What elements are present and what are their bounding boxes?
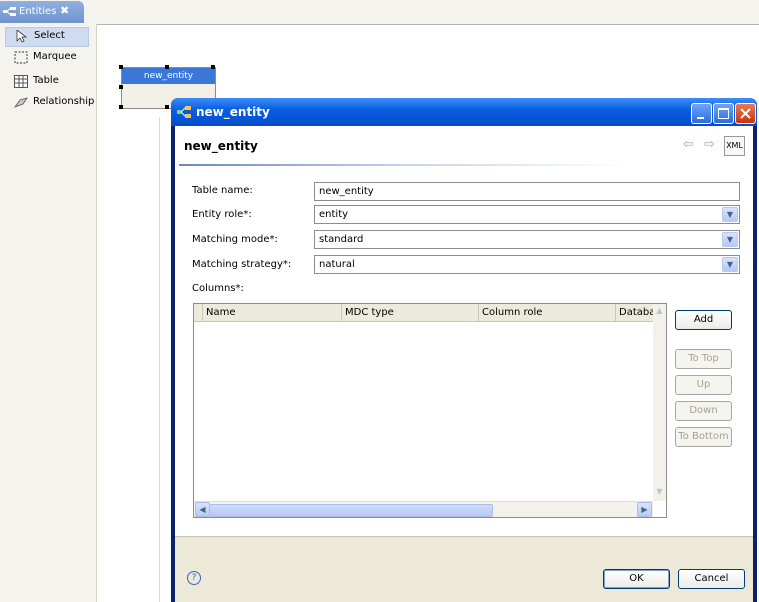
palette-item-table[interactable]: Table (5, 73, 87, 91)
palette-item-label: Marquee (33, 51, 77, 62)
close-button[interactable] (735, 103, 756, 124)
column-header-column-role[interactable]: Column role (478, 304, 615, 321)
selection-handle[interactable] (165, 105, 169, 109)
row-header-cell (194, 304, 202, 321)
table-icon (14, 75, 28, 88)
matching-mode-value: standard (319, 234, 364, 245)
table-header: Name MDC type Column role Databa (194, 304, 654, 322)
entity-node-title: new_entity (122, 68, 215, 84)
editor-tab-entities[interactable]: Entities ✖ (0, 1, 84, 23)
selection-handle[interactable] (165, 65, 169, 69)
editor-tab-label: Entities (19, 6, 57, 17)
table-name-value: new_entity (319, 186, 374, 197)
matching-strategy-value: natural (319, 259, 355, 270)
ok-button[interactable]: OK (603, 569, 670, 589)
minimize-button[interactable] (691, 103, 712, 124)
relationship-icon (14, 97, 28, 108)
vertical-scrollbar[interactable]: ▲ ▼ (653, 304, 666, 501)
palette-item-select[interactable]: Select (5, 27, 89, 47)
palette-item-relationship[interactable]: Relationship (5, 94, 94, 112)
table-name-label: Table name: (192, 185, 253, 196)
page-title: new_entity (184, 139, 258, 153)
selection-handle[interactable] (119, 85, 123, 89)
entity-role-value: entity (319, 209, 349, 220)
close-icon[interactable]: ✖ (60, 4, 69, 17)
header-divider (179, 164, 629, 166)
column-header-name[interactable]: Name (202, 304, 341, 321)
xml-view-button[interactable]: XML (724, 136, 745, 156)
matching-strategy-label: Matching strategy*: (192, 259, 292, 270)
columns-label: Columns*: (192, 283, 244, 294)
palette-item-label: Relationship (33, 96, 95, 107)
up-button[interactable]: Up (675, 375, 732, 395)
editor-tab-strip (0, 0, 759, 25)
to-top-button[interactable]: To Top (675, 349, 732, 369)
scroll-left-icon[interactable]: ◀ (195, 502, 210, 517)
palette-item-marquee[interactable]: Marquee (5, 49, 87, 67)
selection-handle[interactable] (211, 65, 215, 69)
horizontal-scrollbar[interactable]: ◀ ▶ (194, 501, 653, 517)
chevron-down-icon[interactable]: ▼ (722, 207, 738, 222)
matching-mode-select[interactable]: standard ▼ (314, 230, 740, 249)
column-header-mdc-type[interactable]: MDC type (341, 304, 478, 321)
entity-icon (177, 106, 191, 118)
column-header-database[interactable]: Databa (615, 304, 654, 321)
dialog-title: new_entity (196, 105, 270, 119)
scroll-right-icon[interactable]: ▶ (637, 502, 652, 517)
help-icon[interactable]: ? (187, 571, 201, 585)
minimize-icon (697, 117, 704, 119)
marquee-icon (14, 51, 28, 64)
maximize-button[interactable] (713, 103, 734, 124)
chevron-down-icon[interactable]: ▼ (722, 257, 738, 272)
palette-item-label: Select (34, 30, 65, 41)
matching-strategy-select[interactable]: natural ▼ (314, 255, 740, 274)
chevron-down-icon[interactable]: ▼ (722, 232, 738, 247)
entity-role-label: Entity role*: (192, 209, 252, 220)
down-button[interactable]: Down (675, 401, 732, 421)
to-bottom-button[interactable]: To Bottom (675, 427, 732, 447)
scroll-up-icon[interactable]: ▲ (654, 306, 665, 316)
back-arrow-icon[interactable]: ⇦ (683, 137, 694, 152)
scroll-down-icon[interactable]: ▼ (654, 487, 665, 497)
maximize-icon (718, 108, 729, 119)
scroll-thumb[interactable] (209, 504, 493, 517)
add-column-button[interactable]: Add (675, 310, 732, 330)
table-name-field[interactable]: new_entity (314, 182, 740, 201)
columns-table[interactable]: Name MDC type Column role Databa ▲ ▼ ◀ ▶ (193, 303, 667, 518)
entity-role-select[interactable]: entity ▼ (314, 205, 740, 224)
selection-handle[interactable] (119, 105, 123, 109)
close-icon (740, 108, 751, 119)
canvas-divider (159, 117, 160, 602)
footer-divider (175, 536, 753, 537)
forward-arrow-icon[interactable]: ⇨ (704, 137, 715, 152)
pointer-icon (16, 30, 28, 43)
matching-mode-label: Matching mode*: (192, 234, 278, 245)
entities-icon (3, 7, 16, 16)
cancel-button[interactable]: Cancel (678, 569, 745, 589)
palette-item-label: Table (33, 75, 59, 86)
selection-handle[interactable] (119, 65, 123, 69)
